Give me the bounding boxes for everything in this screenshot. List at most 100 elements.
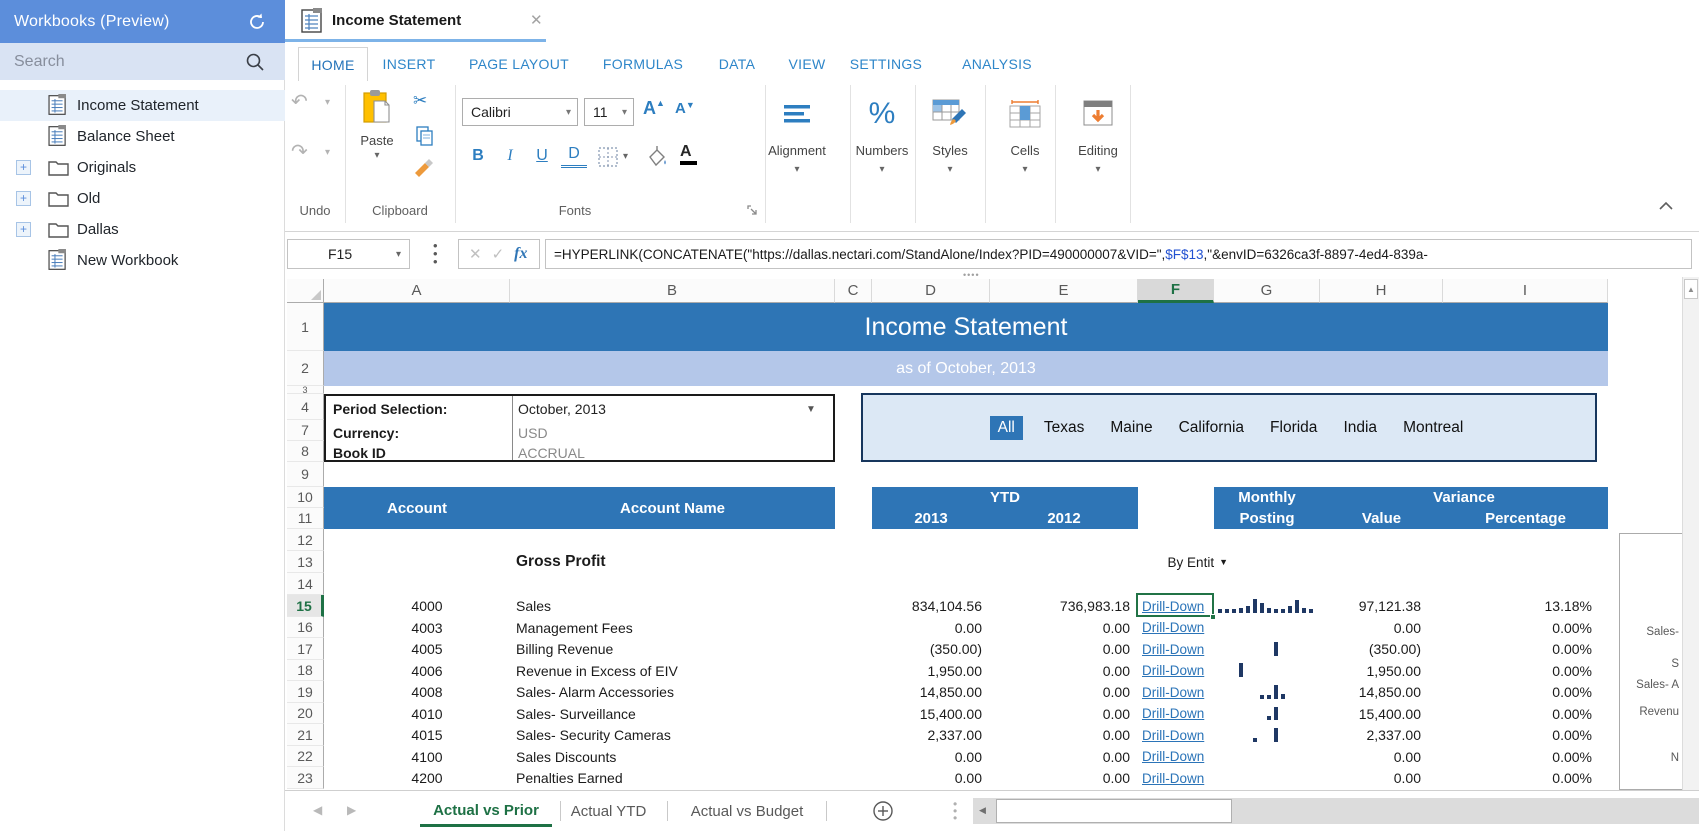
copy-icon[interactable] [415,125,435,147]
row-header-12[interactable]: 12 [287,529,324,551]
cell-variance-value[interactable]: 15,400.00 [1320,703,1421,724]
ribbon-tab-page-layout[interactable]: PAGE LAYOUT [450,47,588,81]
drill-down-link[interactable]: Drill-Down [1142,703,1212,724]
row-header-22[interactable]: 22 [287,746,324,767]
scroll-left-icon[interactable]: ◀ [979,805,986,816]
expand-icon[interactable]: + [16,191,31,206]
column-header-A[interactable]: A [324,279,510,303]
horizontal-scrollbar-thumb[interactable] [996,799,1232,823]
font-color-icon[interactable]: A [680,143,697,165]
cell-account-name[interactable]: Penalties Earned [516,767,816,789]
row-header-13[interactable]: 13 [287,551,324,573]
column-header-F[interactable]: F [1138,279,1214,303]
decrease-font-icon[interactable]: A▼ [675,100,695,117]
font-size-select[interactable]: 11 ▾ [584,98,634,126]
cell-ytd-2012[interactable]: 0.00 [990,638,1130,660]
cell-ytd-2013[interactable]: 15,400.00 [872,703,982,724]
drill-down-link[interactable]: Drill-Down [1142,746,1212,767]
cell-ytd-2013[interactable]: (350.00) [872,638,982,660]
section-title-cell[interactable]: Gross Profit [516,551,716,573]
sidebar-item-old[interactable]: +Old [0,183,285,214]
cell-variance-value[interactable]: (350.00) [1320,638,1421,660]
row-header-17[interactable]: 17 [287,638,324,660]
embedded-chart-panel[interactable]: Sales-SSales- ARevenuN [1619,533,1682,790]
row-header-2[interactable]: 2 [287,351,324,386]
cell-variance-pct[interactable]: 0.00% [1443,767,1592,789]
name-box-dropdown-icon[interactable]: ▾ [396,249,401,260]
search-input[interactable] [12,52,236,72]
cell-ytd-2013[interactable]: 1,950.00 [872,660,982,681]
search-bar[interactable] [0,43,285,80]
italic-button[interactable]: I [497,143,523,169]
sidebar-item-income-statement[interactable]: Income Statement [0,90,285,121]
by-entity-dropdown[interactable]: By Entit▼ [1128,551,1228,573]
by-entity-dropdown-icon[interactable]: ▼ [1219,557,1228,567]
row-header-7[interactable]: 7 [287,420,324,441]
cell-ytd-2012[interactable]: 0.00 [990,767,1130,789]
cell-account[interactable]: 4008 [344,681,510,703]
column-header-I[interactable]: I [1443,279,1608,303]
font-name-dropdown-icon[interactable]: ▾ [566,107,571,118]
cell-variance-pct[interactable]: 0.00% [1443,703,1592,724]
cell-variance-pct[interactable]: 0.00% [1443,724,1592,746]
cell-ytd-2013[interactable]: 0.00 [872,746,982,767]
sheet-tab-actual-ytd[interactable]: Actual YTD [569,796,648,827]
ribbon-tab-analysis[interactable]: ANALYSIS [940,47,1054,81]
sheet-tab-actual-vs-budget[interactable]: Actual vs Budget [685,796,809,827]
ribbon-tab-settings[interactable]: SETTINGS [838,47,934,81]
sheet-nav-left-icon[interactable]: ◀ [313,803,322,817]
cell-variance-pct[interactable]: 13.18% [1443,595,1592,617]
sheet-nav-right-icon[interactable]: ▶ [347,803,356,817]
underline-button[interactable]: U [529,143,555,169]
row-header-20[interactable]: 20 [287,703,324,724]
cell-variance-pct[interactable]: 0.00% [1443,660,1592,681]
column-header-E[interactable]: E [990,279,1138,303]
cell-account-name[interactable]: Sales- Alarm Accessories [516,681,816,703]
cell-ytd-2013[interactable]: 2,337.00 [872,724,982,746]
region-option-maine[interactable]: Maine [1110,419,1152,437]
cell-variance-pct[interactable]: 0.00% [1443,746,1592,767]
cell-account-name[interactable]: Revenue in Excess of EIV [516,660,816,681]
cell-ytd-2012[interactable]: 0.00 [990,703,1130,724]
cell-ytd-2013[interactable]: 834,104.56 [872,595,982,617]
cell-variance-value[interactable]: 2,337.00 [1320,724,1421,746]
add-sheet-icon[interactable] [872,800,894,822]
drill-down-link[interactable]: Drill-Down [1142,660,1212,681]
ribbon-tab-data[interactable]: DATA [698,47,776,81]
font-name-select[interactable]: Calibri ▾ [462,98,578,126]
cell-ytd-2013[interactable]: 0.00 [872,767,982,789]
paste-dropdown-icon[interactable]: ▾ [352,150,402,161]
column-header-C[interactable]: C [835,279,872,303]
cell-ytd-2012[interactable]: 0.00 [990,724,1130,746]
cell-variance-value[interactable]: 0.00 [1320,767,1421,789]
cell-account[interactable]: 4100 [344,746,510,767]
selected-cell-outline[interactable] [1136,593,1214,617]
cell-account[interactable]: 4200 [344,767,510,789]
cell-ytd-2013[interactable]: 14,850.00 [872,681,982,703]
region-option-florida[interactable]: Florida [1270,419,1317,437]
double-underline-button[interactable]: D [561,143,587,168]
cut-icon[interactable]: ✂ [413,91,427,111]
insert-function-icon[interactable]: fx [514,245,527,263]
period-dropdown-icon[interactable]: ▼ [806,396,826,422]
cell-variance-value[interactable]: 1,950.00 [1320,660,1421,681]
expand-icon[interactable]: + [16,160,31,175]
drill-down-link[interactable]: Drill-Down [1142,638,1212,660]
cell-ytd-2012[interactable]: 736,983.18 [990,595,1130,617]
parameter-value[interactable]: USD [518,422,808,443]
row-header-19[interactable]: 19 [287,681,324,703]
row-header-4[interactable]: 4 [287,394,324,420]
grid-corner-box[interactable] [287,279,324,303]
drill-down-link[interactable]: Drill-Down [1142,767,1212,789]
drill-down-link[interactable]: Drill-Down [1142,681,1212,703]
expand-icon[interactable]: + [16,222,31,237]
increase-font-icon[interactable]: A▲ [643,98,665,119]
close-icon[interactable]: ✕ [530,11,543,29]
sidebar-item-new-workbook[interactable]: New Workbook [0,245,285,276]
undo-button[interactable]: ↶ [291,89,321,115]
sidebar-item-balance-sheet[interactable]: Balance Sheet [0,121,285,152]
cell-variance-value[interactable]: 0.00 [1320,746,1421,767]
cell-variance-value[interactable]: 14,850.00 [1320,681,1421,703]
cell-account-name[interactable]: Billing Revenue [516,638,816,660]
format-painter-icon[interactable] [413,157,435,177]
